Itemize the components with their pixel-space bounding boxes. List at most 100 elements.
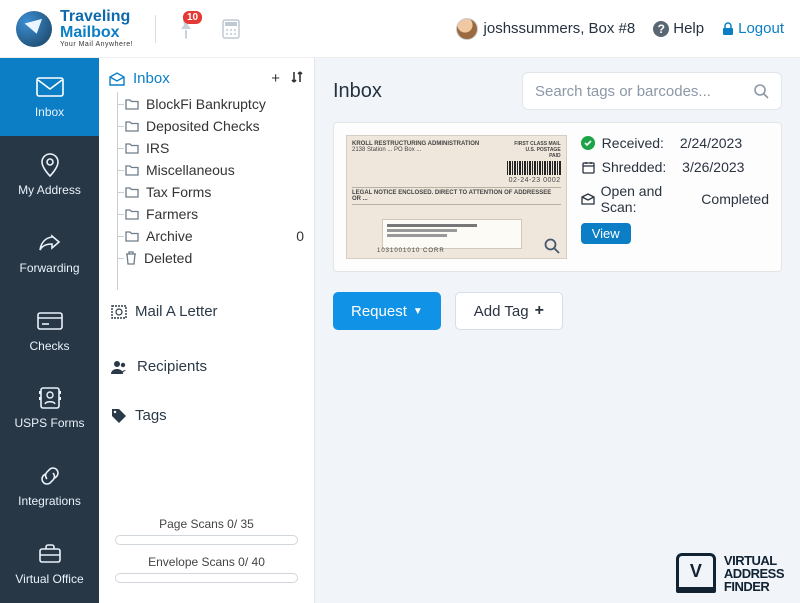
sidebar-item-label: Virtual Office (15, 572, 83, 586)
calculator-icon (222, 19, 240, 39)
shredded-label: Shredded: (602, 159, 667, 175)
folder-label: Deleted (144, 250, 192, 266)
scan-value: Completed (701, 191, 769, 207)
logo-subtitle: Your Mail Anywhere! (60, 41, 133, 48)
request-button[interactable]: Request ▼ (333, 292, 441, 330)
envelope-date: 02-24-23 0002 (507, 177, 561, 184)
search-placeholder: Search tags or barcodes... (535, 83, 711, 100)
logout-label: Logout (738, 20, 784, 37)
add-tag-button[interactable]: Add Tag + (455, 292, 563, 330)
people-icon (111, 360, 129, 374)
folder-label: Miscellaneous (146, 162, 235, 178)
search-input[interactable]: Search tags or barcodes... (522, 72, 782, 110)
sidebar-item-label: Checks (29, 339, 69, 353)
share-icon (38, 231, 62, 255)
briefcase-icon (38, 542, 62, 566)
open-envelope-icon (109, 72, 125, 86)
sort-button[interactable] (290, 70, 304, 87)
mail-a-letter-link[interactable]: Mail A Letter (109, 293, 304, 330)
sidebar-item-address[interactable]: My Address (0, 136, 99, 214)
sidebar-item-virtual-office[interactable]: Virtual Office (0, 525, 99, 603)
globe-envelope-icon (16, 11, 52, 47)
folder-count: 0 (296, 228, 304, 244)
logo-line1: Traveling (60, 9, 133, 25)
user-label: joshssummers, Box #8 (484, 20, 636, 37)
main-content: Inbox Search tags or barcodes... KROLL R… (315, 58, 800, 603)
envelope-footer: 1031001010 CORR (377, 248, 445, 254)
folder-icon (125, 230, 139, 242)
folder-label: Archive (146, 228, 193, 244)
pinned-button[interactable]: 10 (178, 19, 194, 39)
folder-icon (125, 120, 139, 132)
folder-label: Tax Forms (146, 184, 211, 200)
calculator-button[interactable] (222, 19, 240, 39)
logout-link[interactable]: Logout (722, 20, 784, 37)
mail-metadata: Received: 2/24/2023 Shredded: 3/26/2023 … (581, 135, 769, 259)
app-logo: Traveling Mailbox Your Mail Anywhere! (16, 9, 133, 48)
recipients-link[interactable]: Recipients (109, 348, 304, 385)
folder-root-label: Inbox (133, 70, 170, 87)
folder-item[interactable]: Archive 0 (109, 225, 304, 247)
folder-item[interactable]: Deleted (109, 247, 304, 269)
tags-label: Tags (135, 407, 167, 424)
tags-link[interactable]: Tags (109, 397, 304, 434)
sidebar-item-usps[interactable]: USPS Forms (0, 369, 99, 447)
folder-item[interactable]: Farmers (109, 203, 304, 225)
folder-item[interactable]: BlockFi Bankruptcy (109, 93, 304, 115)
tag-icon (111, 408, 127, 424)
envelope-legal: LEGAL NOTICE ENCLOSED. DIRECT TO ATTENTI… (352, 187, 561, 205)
sidebar-item-checks[interactable]: Checks (0, 292, 99, 370)
sidebar-item-label: Forwarding (19, 261, 79, 275)
caret-down-icon: ▼ (413, 306, 423, 317)
calendar-icon (581, 161, 596, 174)
sidebar-item-integrations[interactable]: Integrations (0, 447, 99, 525)
request-label: Request (351, 303, 407, 320)
virtual-address-finder-watermark: V VIRTUAL ADDRESS FINDER (676, 553, 784, 593)
id-card-icon (39, 386, 61, 410)
mail-item[interactable]: KROLL RESTRUCTURING ADMINISTRATION 2138 … (333, 122, 782, 272)
envelope-stamp: FIRST CLASS MAIL U.S. POSTAGE PAID (507, 141, 561, 159)
add-tag-label: Add Tag (474, 303, 529, 320)
recipients-label: Recipients (137, 358, 207, 375)
magnify-icon[interactable] (544, 238, 560, 254)
avatar-icon (456, 18, 478, 40)
folder-icon (125, 164, 139, 176)
add-folder-button[interactable]: + (271, 70, 280, 87)
folder-icon (125, 208, 139, 220)
vaf-l1: VIRTUAL (724, 554, 784, 567)
folder-panel: Inbox + BlockFi Bankruptcy Deposited Chec… (99, 58, 315, 603)
app-header: Traveling Mailbox Your Mail Anywhere! 10… (0, 0, 800, 58)
folder-label: IRS (146, 140, 169, 156)
folder-icon (125, 186, 139, 198)
folder-label: BlockFi Bankruptcy (146, 96, 266, 112)
folder-item[interactable]: Tax Forms (109, 181, 304, 203)
user-menu[interactable]: joshssummers, Box #8 (456, 18, 636, 40)
vaf-l2: ADDRESS (724, 567, 784, 580)
sidebar-item-label: Integrations (18, 494, 81, 508)
sidebar-item-forwarding[interactable]: Forwarding (0, 214, 99, 292)
folder-root[interactable]: Inbox + (109, 70, 304, 87)
scan-label: Open and Scan: (601, 183, 686, 215)
envelope-thumbnail[interactable]: KROLL RESTRUCTURING ADMINISTRATION 2138 … (346, 135, 567, 259)
help-link[interactable]: ? Help (653, 20, 704, 37)
sidebar-item-inbox[interactable]: Inbox (0, 58, 99, 136)
vaf-badge-icon: V (676, 553, 716, 593)
folder-item[interactable]: IRS (109, 137, 304, 159)
trash-icon (125, 251, 137, 265)
envelope-sender2: 2138 Station ... PO Box ... (352, 147, 479, 153)
envelope-icon (36, 75, 64, 99)
main-sidebar: Inbox My Address Forwarding Checks USPS … (0, 58, 99, 603)
barcode-icon (507, 161, 561, 175)
link-icon (38, 464, 62, 488)
notification-badge: 10 (183, 11, 202, 24)
plus-icon: + (535, 302, 544, 320)
logo-line2: Mailbox (60, 25, 133, 41)
vaf-l3: FINDER (724, 580, 784, 593)
page-scans-bar (115, 535, 298, 545)
view-button[interactable]: View (581, 223, 631, 244)
lock-icon (722, 22, 734, 36)
folder-item[interactable]: Deposited Checks (109, 115, 304, 137)
folder-item[interactable]: Miscellaneous (109, 159, 304, 181)
open-scan-icon (581, 193, 595, 205)
sidebar-item-label: My Address (18, 183, 81, 197)
